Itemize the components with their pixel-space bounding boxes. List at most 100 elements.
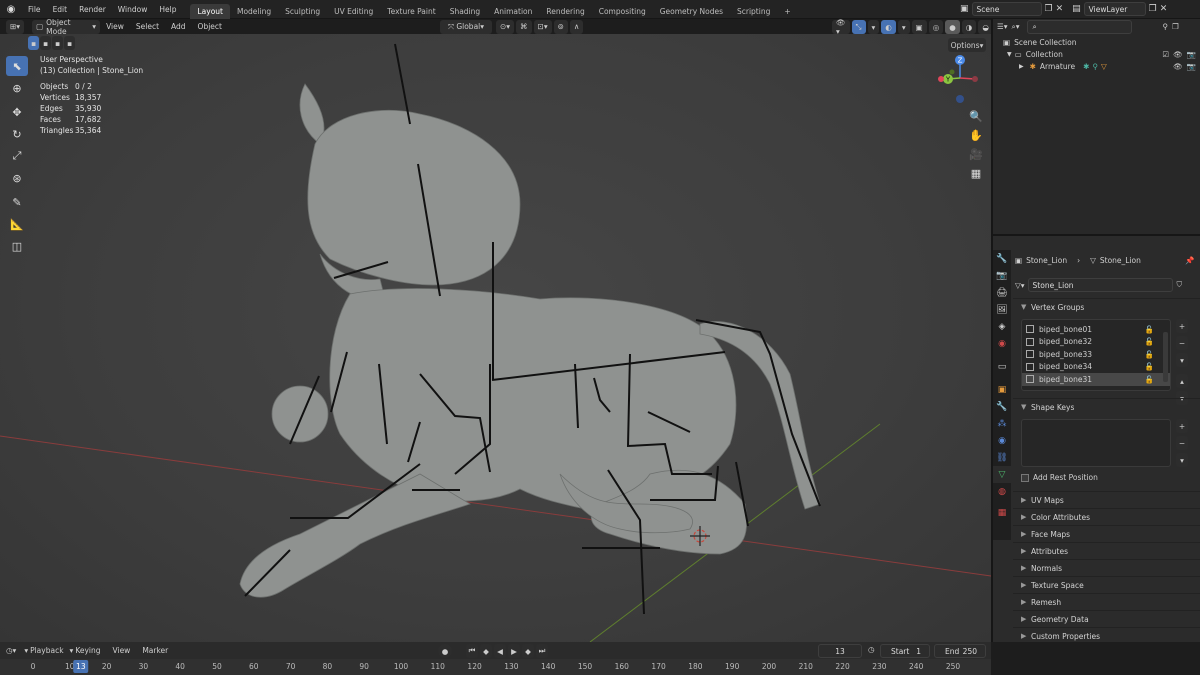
pan-hand-icon[interactable]: ✋ xyxy=(968,127,984,143)
tab-compositing[interactable]: Compositing xyxy=(592,4,653,19)
blender-logo-icon[interactable]: ◉ xyxy=(0,4,22,15)
material-tab-icon[interactable]: ◍ xyxy=(993,483,1011,500)
cursor-tool-icon[interactable]: ⊕ xyxy=(6,78,28,98)
texture-space-panel-header[interactable]: ▶ Texture Space xyxy=(1013,576,1200,593)
modifiers-tab-icon[interactable]: 🔧 xyxy=(993,398,1011,415)
select-new-icon[interactable]: ▪ xyxy=(28,36,39,50)
overlay-toggle-icon[interactable]: ◐ xyxy=(881,20,896,34)
prev-keyframe-icon[interactable]: ◆ xyxy=(480,644,492,658)
scene-tab-icon[interactable]: ◈ xyxy=(993,318,1011,335)
playhead[interactable]: 13 xyxy=(73,660,89,673)
select-subtract-icon[interactable]: ▪ xyxy=(52,36,63,50)
uv-maps-panel-header[interactable]: ▶ UV Maps xyxy=(1013,491,1200,508)
tab-scripting[interactable]: Scripting xyxy=(730,4,777,19)
lock-icon[interactable]: 🔓 xyxy=(1145,362,1154,371)
custom-properties-panel-header[interactable]: ▶ Custom Properties xyxy=(1013,627,1200,644)
checkbox-icon[interactable]: ☑ xyxy=(1162,50,1169,59)
gizmo-toggle-icon[interactable]: ⤡ xyxy=(851,20,866,34)
visibility-icon[interactable]: 👁▾ xyxy=(832,18,850,36)
mode-selector[interactable]: ▢ Object Mode ▾ xyxy=(32,18,101,36)
tab-modeling[interactable]: Modeling xyxy=(230,4,278,19)
move-up-button[interactable]: ▴ xyxy=(1176,374,1188,388)
outliner-armature[interactable]: ▶ ✱ Armature ✱ ⚲ ▽ 👁 📷 xyxy=(993,60,1200,72)
add-workspace-button[interactable]: + xyxy=(777,4,797,19)
mesh-data-tab-icon[interactable]: ▽ xyxy=(993,466,1011,483)
timeline-menu-playback[interactable]: Playback xyxy=(30,641,69,660)
measure-tool-icon[interactable]: 📐 xyxy=(6,214,28,234)
mesh-datablock-icon[interactable]: ▽▾ xyxy=(1015,281,1025,290)
menu-file[interactable]: File xyxy=(22,0,47,19)
play-reverse-icon[interactable]: ◀ xyxy=(494,644,506,658)
eye-icon[interactable]: 👁 xyxy=(1173,50,1183,59)
scene-icon[interactable]: ▣ xyxy=(960,4,969,14)
face-maps-panel-header[interactable]: ▶ Face Maps xyxy=(1013,525,1200,542)
vertex-group-list[interactable]: biped_bone01 🔓 biped_bone32 🔓 biped_bone33… xyxy=(1021,319,1171,391)
physics-tab-icon[interactable]: ◉ xyxy=(993,432,1011,449)
jump-start-icon[interactable]: ⏮ xyxy=(466,644,478,658)
lock-icon[interactable]: 🔓 xyxy=(1145,325,1154,334)
constraints-tab-icon[interactable]: ⛓ xyxy=(993,449,1011,466)
render-tab-icon[interactable]: 📷 xyxy=(993,267,1011,284)
shape-key-specials-button[interactable]: ▾ xyxy=(1176,453,1188,467)
transform-tool-icon[interactable]: ⊛ xyxy=(6,168,28,188)
attributes-panel-header[interactable]: ▶ Attributes xyxy=(1013,542,1200,559)
lock-icon[interactable]: 🔓 xyxy=(1145,337,1154,346)
object-tab-icon[interactable]: ▣ xyxy=(993,381,1011,398)
view-layer-icon[interactable]: ▤ xyxy=(1072,4,1081,14)
timeline-menu-marker[interactable]: Marker xyxy=(136,641,174,660)
move-tool-icon[interactable]: ✥ xyxy=(6,102,28,122)
shape-keys-header[interactable]: ▼ Shape Keys xyxy=(1013,398,1200,415)
outliner-editor-icon[interactable]: ☰▾ xyxy=(997,22,1008,31)
expand-arrow-icon[interactable]: ▶ xyxy=(1019,63,1024,70)
tab-animation[interactable]: Animation xyxy=(487,4,539,19)
vertex-group-specials-button[interactable]: ▾ xyxy=(1176,353,1188,367)
falloff-icon[interactable]: ∧ xyxy=(569,19,584,34)
list-item[interactable]: biped_bone34 🔓 xyxy=(1022,361,1170,374)
editor-type-icon[interactable]: ⊞▾ xyxy=(6,19,25,34)
list-item[interactable]: biped_bone31 🔓 xyxy=(1022,373,1170,386)
tab-texture-paint[interactable]: Texture Paint xyxy=(380,4,442,19)
menu-edit[interactable]: Edit xyxy=(47,0,74,19)
rotate-tool-icon[interactable]: ↻ xyxy=(6,124,28,144)
delete-view-layer-icon[interactable]: ✕ xyxy=(1160,4,1168,14)
timeline-editor-icon[interactable]: ◷▾ xyxy=(6,646,16,655)
list-item[interactable]: biped_bone32 🔓 xyxy=(1022,336,1170,349)
shading-material-icon[interactable]: ◑ xyxy=(961,20,977,34)
snap-target-icon[interactable]: ⊡▾ xyxy=(533,19,552,34)
timeline-menu-view[interactable]: View xyxy=(107,641,137,660)
new-collection-icon[interactable]: ❐ xyxy=(1172,22,1179,31)
tab-shading[interactable]: Shading xyxy=(443,4,487,19)
clock-icon[interactable]: ◷ xyxy=(868,645,875,654)
proportional-edit-icon[interactable]: ⊚ xyxy=(553,19,568,34)
camera-icon[interactable]: 🎥 xyxy=(968,146,984,162)
shading-solid-icon[interactable]: ● xyxy=(945,20,960,34)
tab-sculpting[interactable]: Sculpting xyxy=(278,4,327,19)
pin-icon[interactable]: 📌 xyxy=(1185,256,1194,265)
add-rest-position-checkbox[interactable] xyxy=(1021,473,1029,482)
end-frame-field[interactable]: End 250 xyxy=(934,644,986,658)
tab-rendering[interactable]: Rendering xyxy=(539,4,591,19)
shading-wireframe-icon[interactable]: ◎ xyxy=(928,20,944,34)
next-keyframe-icon[interactable]: ◆ xyxy=(522,644,534,658)
transform-orientation[interactable]: ⤧ Global ▾ xyxy=(439,19,492,34)
vertex-groups-header[interactable]: ▼ Vertex Groups xyxy=(1013,298,1200,315)
collapse-arrow-icon[interactable]: ▼ xyxy=(1007,51,1012,58)
shape-key-list[interactable] xyxy=(1021,419,1171,467)
3d-viewport[interactable] xyxy=(0,34,991,642)
camera-render-icon[interactable]: 📷 xyxy=(1187,50,1196,59)
collection-tab-icon[interactable]: ▭ xyxy=(993,358,1011,375)
record-icon[interactable]: ● xyxy=(438,644,452,658)
menu-render[interactable]: Render xyxy=(73,0,112,19)
remesh-panel-header[interactable]: ▶ Remesh xyxy=(1013,593,1200,610)
list-item[interactable]: biped_bone33 🔓 xyxy=(1022,348,1170,361)
camera-render-icon[interactable]: 📷 xyxy=(1187,62,1196,71)
pivot-icon[interactable]: ⊙▾ xyxy=(495,19,515,34)
outliner-search-input[interactable]: ⌕ xyxy=(1027,19,1133,34)
lock-icon[interactable]: 🔓 xyxy=(1145,350,1154,359)
add-shape-key-button[interactable]: + xyxy=(1176,419,1188,433)
new-view-layer-icon[interactable]: ❐ xyxy=(1149,4,1157,14)
list-item[interactable]: biped_bone01 🔓 xyxy=(1022,323,1170,336)
menu-window[interactable]: Window xyxy=(112,0,154,19)
list-scrollbar[interactable] xyxy=(1163,332,1168,382)
delete-scene-icon[interactable]: ✕ xyxy=(1056,4,1064,14)
